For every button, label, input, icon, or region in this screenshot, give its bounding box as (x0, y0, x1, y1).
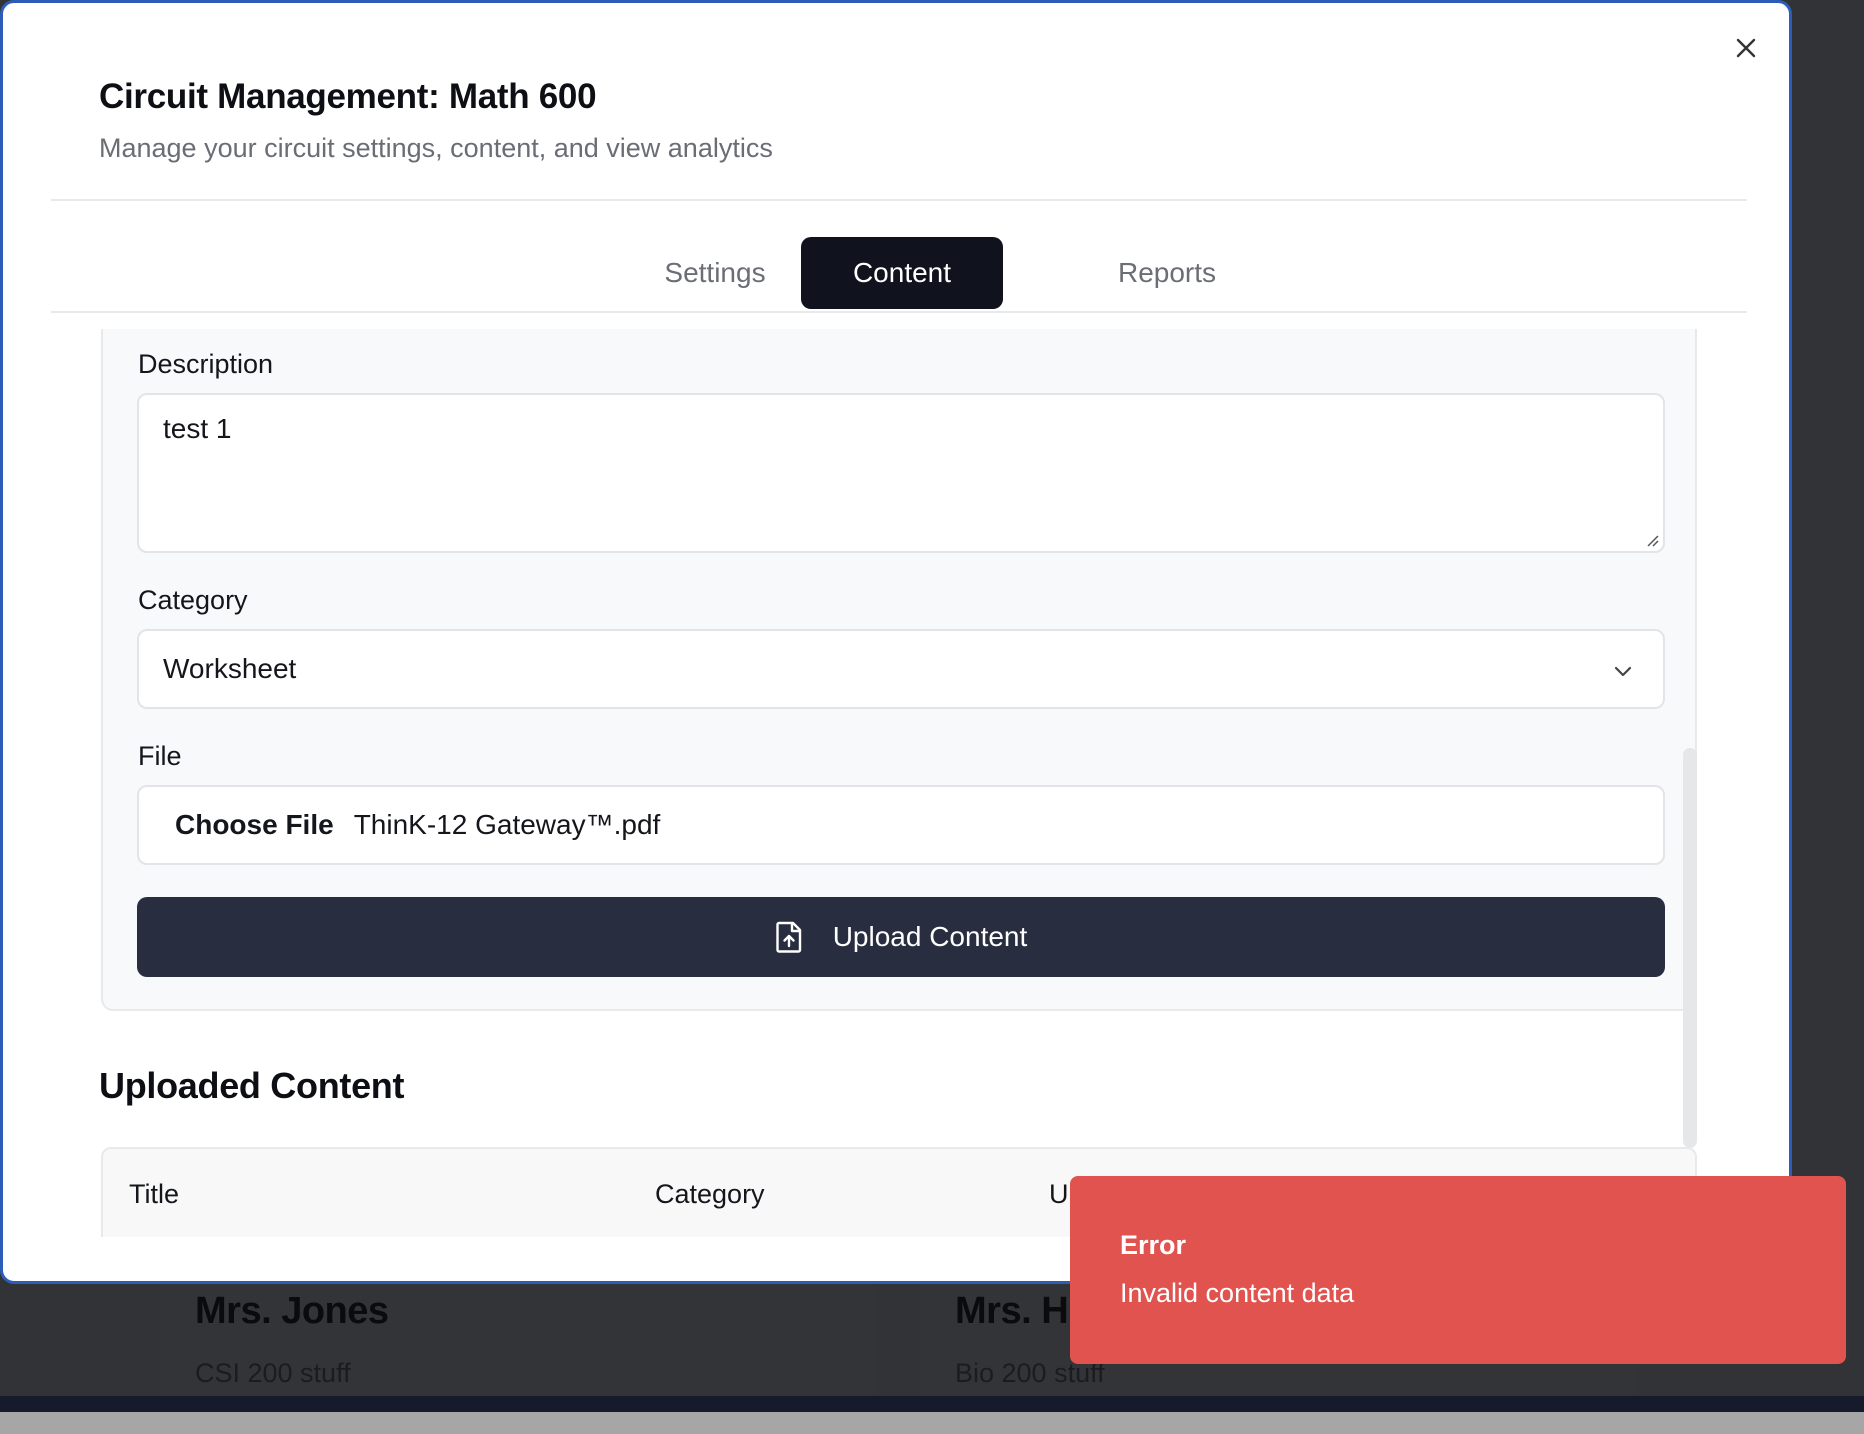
description-value: test 1 (163, 413, 232, 444)
description-textarea[interactable]: test 1 (137, 393, 1665, 553)
background-card-subtitle: CSI 200 stuff (195, 1358, 351, 1388)
chevron-down-icon (1614, 666, 1632, 677)
category-select[interactable]: Worksheet (137, 629, 1665, 709)
modal-subtitle: Manage your circuit settings, content, a… (99, 133, 773, 163)
close-icon (1736, 38, 1756, 58)
modal-title: Circuit Management: Math 600 (99, 77, 597, 116)
description-label: Description (138, 349, 274, 379)
column-header-title[interactable]: Title (129, 1179, 179, 1210)
file-upload-icon (775, 921, 803, 953)
error-toast[interactable]: Error Invalid content data (1070, 1176, 1846, 1364)
toast-title: Error (1120, 1230, 1187, 1260)
close-button[interactable] (1727, 29, 1765, 67)
scrollbar[interactable] (1683, 748, 1697, 1148)
category-selected-value: Worksheet (163, 653, 297, 684)
tab-reports[interactable]: Reports (1051, 237, 1283, 309)
upload-content-button[interactable]: Upload Content (137, 897, 1665, 977)
category-label: Category (138, 585, 248, 615)
file-label: File (138, 741, 182, 771)
uploaded-content-heading: Uploaded Content (99, 1065, 405, 1106)
tab-bar: Settings Content Reports (51, 235, 1747, 313)
selected-file-name: ThinK-12 Gateway™.pdf (353, 809, 661, 840)
background-card-name: Mrs. Jones (195, 1290, 389, 1332)
tab-content[interactable]: Content (801, 237, 1003, 309)
choose-file-button[interactable]: Choose File (175, 809, 334, 841)
toast-message: Invalid content data (1120, 1278, 1355, 1308)
header-divider (51, 199, 1747, 201)
file-input[interactable]: Choose File ThinK-12 Gateway™.pdf (137, 785, 1665, 865)
background-card-name: Mrs. H (955, 1290, 1069, 1332)
resize-handle-icon[interactable] (1643, 531, 1659, 547)
bottom-strip (0, 1412, 1864, 1434)
column-header-category[interactable]: Category (655, 1179, 765, 1210)
upload-form: Description test 1 Category Worksheet Fi… (101, 329, 1697, 1011)
circuit-management-modal: Circuit Management: Math 600 Manage your… (0, 0, 1792, 1284)
bottom-bar (0, 1396, 1864, 1412)
upload-content-label: Upload Content (832, 921, 1028, 952)
